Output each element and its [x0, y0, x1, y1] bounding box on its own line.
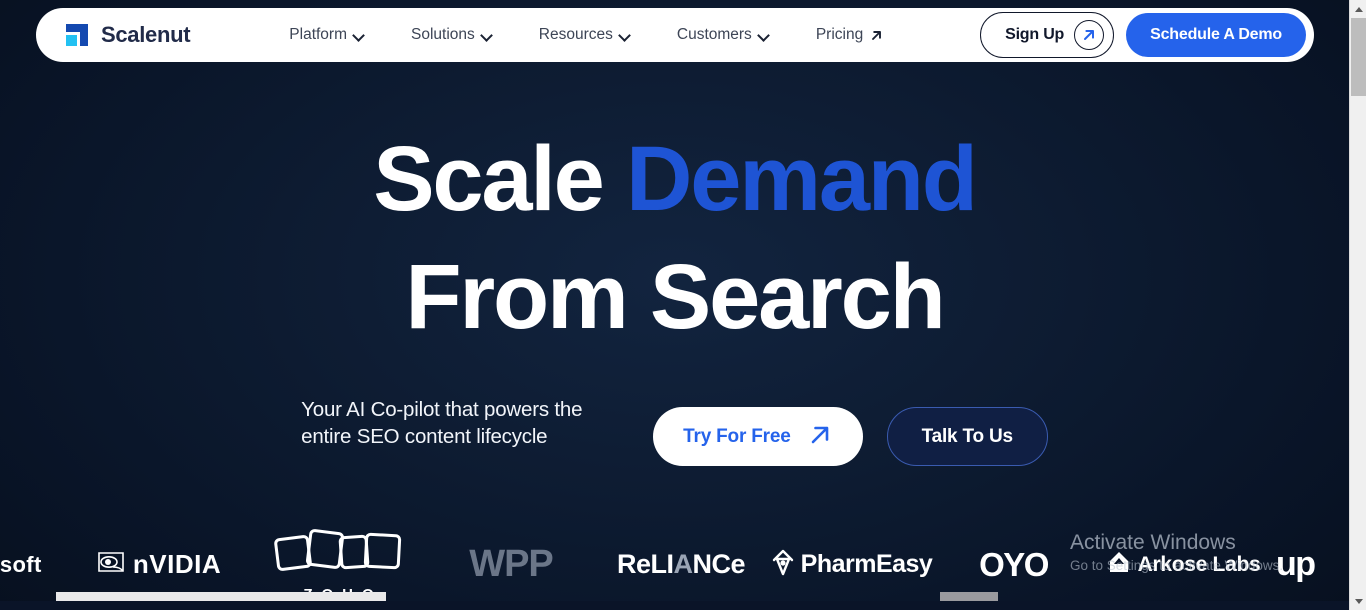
sign-up-button[interactable]: Sign Up: [980, 12, 1115, 58]
hero-headline-line-2: From Search: [405, 246, 945, 348]
browser-viewport: Scalenut Platform Solutions Resources Cu…: [0, 0, 1349, 601]
logo-upwork: up: [1276, 528, 1346, 601]
logo-microsoft: osoft: [0, 528, 66, 601]
chevron-down-icon: [354, 30, 365, 41]
scalenut-logo-icon: [64, 22, 90, 48]
logo-oyo: OYO: [936, 528, 1091, 601]
hero-headline-line-1: Scale Demand: [0, 120, 1349, 238]
arrow-up-right-icon: [1074, 20, 1105, 50]
triangle-down-icon: [1355, 599, 1363, 604]
logo-upwork-text: up: [1276, 545, 1316, 583]
logo-arkose-text: Arkose Labs: [1137, 552, 1261, 576]
logo-arkose-labs: Arkose Labs: [1091, 528, 1276, 601]
triangle-up-icon: [1355, 7, 1363, 12]
sign-up-label: Sign Up: [1005, 26, 1065, 43]
nav-actions: Sign Up Schedule A Demo: [980, 12, 1306, 58]
nav-links: Platform Solutions Resources Customers P…: [266, 18, 906, 52]
try-for-free-button[interactable]: Try For Free: [653, 407, 863, 466]
hero-lower-row: Your AI Co-pilot that powers the entire …: [0, 392, 1349, 466]
nav-item-solutions[interactable]: Solutions: [388, 18, 516, 52]
chevron-down-icon: [482, 30, 493, 41]
schedule-demo-button[interactable]: Schedule A Demo: [1126, 13, 1306, 57]
zoho-mark-icon: [273, 528, 404, 580]
nav-item-resources-label: Resources: [538, 26, 613, 43]
vertical-scrollbar[interactable]: [1349, 0, 1366, 610]
chevron-down-icon: [759, 30, 770, 41]
logo-microsoft-text: osoft: [0, 551, 42, 577]
logo-pharmeasy: PharmEasy: [766, 528, 936, 601]
nav-item-pricing-label: Pricing: [815, 26, 864, 43]
talk-to-us-button[interactable]: Talk To Us: [886, 407, 1048, 466]
customer-logo-strip: osoft nVIDIA: [0, 528, 1349, 601]
brand-name: Scalenut: [101, 22, 191, 47]
nav-item-platform[interactable]: Platform: [266, 18, 388, 52]
main-navigation-bar: Scalenut Platform Solutions Resources Cu…: [36, 8, 1314, 62]
arrow-up-right-icon: [808, 422, 833, 452]
brand-logo[interactable]: Scalenut: [64, 22, 191, 48]
logo-reliance-text-c: NCe: [692, 549, 746, 579]
nav-item-solutions-label: Solutions: [411, 26, 475, 43]
hero-subheadline: Your AI Co-pilot that powers the entire …: [301, 398, 583, 448]
logo-reliance-text-a: ReLI: [616, 549, 674, 579]
horizontal-scrollbar[interactable]: [0, 592, 1349, 601]
logo-nvidia-text: nVIDIA: [132, 549, 222, 579]
nav-item-customers-label: Customers: [676, 26, 752, 43]
headline-word-demand: Demand: [626, 128, 978, 230]
try-for-free-label: Try For Free: [683, 425, 791, 447]
nav-item-pricing[interactable]: Pricing: [793, 18, 906, 52]
logo-reliance-text-b: A: [673, 549, 694, 579]
logo-zoho: ZOHO: [251, 528, 426, 601]
logo-pharmeasy-text: PharmEasy: [800, 550, 933, 578]
logo-nvidia: nVIDIA: [66, 528, 251, 601]
vertical-scrollbar-thumb[interactable]: [1351, 18, 1366, 96]
logo-wpp-text: WPP: [469, 543, 554, 585]
logo-reliance: ReLIANCe: [596, 528, 766, 601]
pharmeasy-mark-icon: [770, 547, 796, 582]
hero-cta-group: Try For Free Talk To Us: [653, 392, 1048, 466]
nvidia-eye-icon: [96, 550, 126, 579]
scroll-down-button[interactable]: [1350, 592, 1366, 610]
nav-item-customers[interactable]: Customers: [654, 18, 793, 52]
horizontal-scrollbar-thumb-secondary[interactable]: [940, 592, 998, 601]
hero-section: Scale Demand From Search: [0, 120, 1349, 356]
external-link-arrow-icon: [870, 29, 883, 42]
chevron-down-icon: [620, 30, 631, 41]
arkose-shield-icon: [1107, 549, 1131, 580]
scroll-up-button[interactable]: [1350, 0, 1366, 18]
logo-wpp: WPP: [426, 528, 596, 601]
logo-oyo-text: OYO: [979, 545, 1049, 583]
nav-item-resources[interactable]: Resources: [516, 18, 654, 52]
horizontal-scrollbar-thumb[interactable]: [56, 592, 386, 601]
nav-item-platform-label: Platform: [289, 26, 348, 43]
headline-word-scale: Scale: [373, 128, 605, 230]
